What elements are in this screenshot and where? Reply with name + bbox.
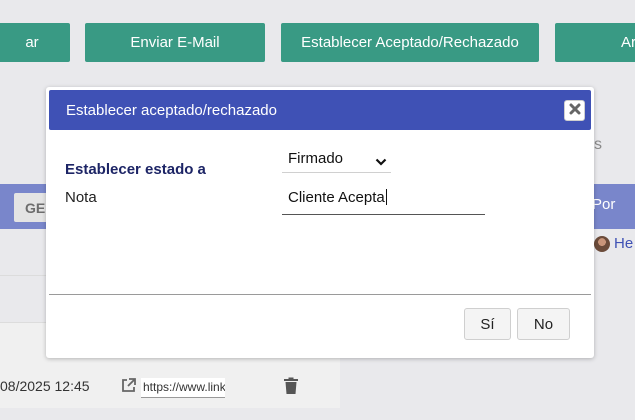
set-accepted-rejected-label: Establecer Aceptado/Rechazado [301, 34, 519, 51]
toolbar-button-partial-left[interactable]: ar [0, 23, 70, 62]
set-accepted-rejected-button[interactable]: Establecer Aceptado/Rechazado [281, 23, 539, 62]
set-status-dialog: Establecer aceptado/rechazado Establecer… [46, 87, 594, 358]
note-input[interactable]: Cliente Acepta [282, 182, 485, 215]
background-text-fragment: s [594, 136, 602, 153]
yes-button[interactable]: Sí [464, 308, 511, 340]
toolbar-button-label: ar [25, 34, 39, 51]
send-email-label: Enviar E-Mail [130, 34, 220, 51]
close-button[interactable] [564, 100, 585, 121]
trash-icon[interactable] [283, 377, 299, 395]
send-email-button[interactable]: Enviar E-Mail [85, 23, 265, 62]
dialog-title: Establecer aceptado/rechazado [66, 102, 277, 119]
status-selected-value: Firmado [288, 150, 344, 167]
note-label: Nota [65, 189, 97, 206]
toolbar-button-label: Ar [621, 34, 635, 51]
no-button-label: No [533, 315, 554, 333]
toolbar-button-partial-right[interactable]: Ar [555, 23, 635, 62]
yes-button-label: Sí [480, 315, 495, 333]
avatar [594, 236, 610, 252]
close-icon [569, 102, 581, 120]
no-button[interactable]: No [517, 308, 570, 340]
external-link-icon[interactable] [120, 377, 137, 394]
row-url-field[interactable]: https://www.link [141, 378, 225, 398]
row-date: 08/2025 12:45 [0, 378, 90, 394]
status-select[interactable]: Firmado [282, 146, 391, 173]
chevron-down-icon [375, 154, 387, 166]
status-label: Establecer estado a [65, 161, 206, 178]
dialog-header: Establecer aceptado/rechazado [49, 90, 591, 130]
column-header-por: Por [592, 196, 616, 213]
note-input-value: Cliente Acepta [288, 189, 385, 206]
user-name-fragment[interactable]: He [614, 235, 633, 252]
text-cursor [385, 189, 387, 205]
dialog-footer-divider [49, 294, 591, 295]
